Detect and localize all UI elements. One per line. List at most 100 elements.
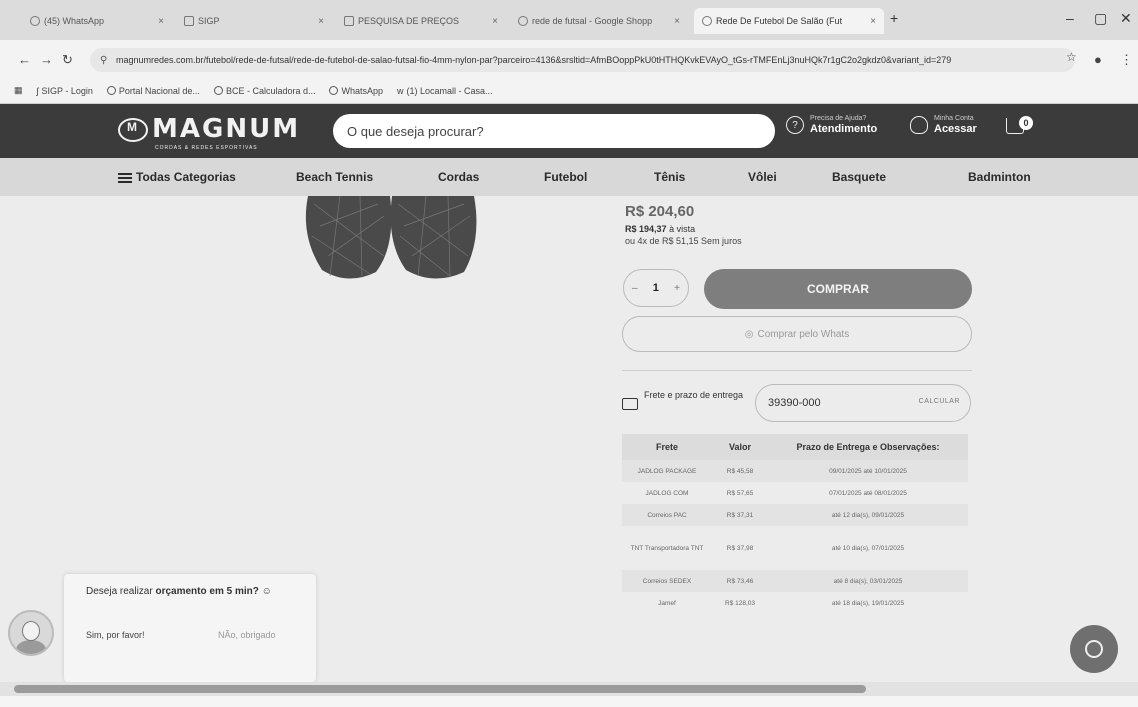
nav-badminton[interactable]: Badminton xyxy=(968,170,1031,184)
sigp-icon: ʃ xyxy=(36,85,39,96)
quantity-stepper[interactable]: – 1 + xyxy=(623,269,689,307)
menu-icon[interactable]: ⋮ xyxy=(1120,52,1133,68)
chat-question-prefix: Deseja realizar xyxy=(86,586,156,597)
whatsapp-icon xyxy=(329,86,339,95)
buy-whatsapp-button[interactable]: ◎ Comprar pelo Whats xyxy=(622,316,972,352)
qty-plus-button[interactable]: + xyxy=(674,283,680,294)
bookmarks-bar: ▦ ʃ SIGP - Login Portal Nacional de... BC… xyxy=(0,78,1138,104)
nav-label: Todas Categorias xyxy=(136,170,236,184)
scrollbar-thumb[interactable] xyxy=(14,685,866,693)
whatsapp-float-button[interactable] xyxy=(1070,625,1118,673)
maximize-button[interactable]: ▢ xyxy=(1094,10,1107,27)
table-row: TNT Transportadora TNT R$ 37,98 até 10 d… xyxy=(622,526,968,570)
tab-sigp[interactable]: SIGP × xyxy=(176,8,332,34)
table-cell: Correios SEDEX xyxy=(622,570,712,592)
globe-icon xyxy=(213,86,223,95)
chat-no-button[interactable]: NÃo, obrigado xyxy=(218,630,276,640)
help-link[interactable]: ? Precisa de Ajuda? Atendimento xyxy=(786,114,877,136)
hamburger-icon xyxy=(118,171,132,185)
nav-cordas[interactable]: Cordas xyxy=(438,170,479,184)
calculate-button[interactable]: CALCULAR xyxy=(919,398,960,405)
product-image[interactable] xyxy=(300,196,510,282)
tab-pesquisa[interactable]: PESQUISA DE PREÇOS × xyxy=(336,8,506,34)
bookmark-whatsapp[interactable]: WhatsApp xyxy=(329,86,383,96)
shipping-table: Frete Valor Prazo de Entrega e Observaçõ… xyxy=(622,434,968,614)
account-small-text: Minha Conta xyxy=(934,115,974,122)
horizontal-scrollbar[interactable] xyxy=(0,682,1138,696)
bookmark-portal[interactable]: Portal Nacional de... xyxy=(106,85,200,96)
close-tab-icon[interactable]: × xyxy=(674,16,680,27)
url-input[interactable]: magnumredes.com.br/futebol/rede-de-futsa… xyxy=(90,48,1075,72)
bookmark-locamall[interactable]: w (1) Locamall - Casa... xyxy=(397,86,493,96)
nav-tenis[interactable]: Tênis xyxy=(654,170,685,184)
help-small-text: Precisa de Ajuda? xyxy=(810,115,867,122)
close-tab-icon[interactable]: × xyxy=(492,16,498,27)
chat-question: Deseja realizar orçamento em 5 min? ☺ xyxy=(86,586,272,597)
close-tab-icon[interactable]: × xyxy=(870,16,876,27)
table-cell: Correios PAC xyxy=(622,504,712,526)
cep-value[interactable]: 39390-000 xyxy=(768,397,821,409)
nav-basquete[interactable]: Basquete xyxy=(832,170,886,184)
browser-tab-bar: (45) WhatsApp × SIGP × PESQUISA DE PREÇO… xyxy=(0,0,1138,40)
nav-all-categories[interactable]: Todas Categorias xyxy=(118,170,236,185)
close-tab-icon[interactable]: × xyxy=(318,16,324,27)
cep-input[interactable]: 39390-000 CALCULAR xyxy=(755,384,971,422)
close-window-button[interactable]: ✕ xyxy=(1120,10,1132,27)
whatsapp-icon: ◎ xyxy=(744,328,754,340)
table-cell: até 12 dia(s), 09/01/2025 xyxy=(768,504,968,526)
bookmark-label: (1) Locamall - Casa... xyxy=(406,85,493,96)
table-cell: 07/01/2025 até 08/01/2025 xyxy=(768,482,968,504)
account-big-text: Acessar xyxy=(934,123,977,135)
forward-button[interactable]: → xyxy=(40,52,53,67)
table-row: JADLOG PACKAGE R$ 45,58 09/01/2025 até 1… xyxy=(622,460,968,482)
bookmark-sigp[interactable]: ʃ SIGP - Login xyxy=(37,86,93,96)
table-cell: até 8 dia(s), 03/01/2025 xyxy=(768,570,968,592)
bookmark-label: BCE - Calculadora d... xyxy=(225,85,316,96)
sigp-icon xyxy=(184,16,194,26)
bookmark-label: Portal Nacional de... xyxy=(118,85,200,96)
qty-minus-button[interactable]: – xyxy=(632,283,638,294)
apps-icon[interactable]: ▦ xyxy=(14,85,23,96)
buy-button[interactable]: COMPRAR xyxy=(704,269,972,309)
back-button[interactable]: ← xyxy=(18,52,31,67)
nav-volei[interactable]: Vôlei xyxy=(748,170,777,184)
reload-button[interactable]: ↻ xyxy=(62,52,73,68)
tab-whatsapp[interactable]: (45) WhatsApp × xyxy=(22,8,172,34)
installments-text: ou 4x de R$ 51,15 Sem juros xyxy=(625,236,742,246)
product-price: R$ 204,60 xyxy=(625,203,695,220)
buy-whatsapp-label: Comprar pelo Whats xyxy=(757,328,850,340)
nav-beach-tennis[interactable]: Beach Tennis xyxy=(296,170,373,184)
profile-icon[interactable]: ● xyxy=(1094,52,1102,67)
cash-price-suffix: à vista xyxy=(669,224,696,234)
help-icon: ? xyxy=(786,116,804,134)
tab-google-shopping[interactable]: rede de futsal - Google Shopp × xyxy=(510,8,688,34)
shipping-label: Frete e prazo de entrega xyxy=(644,390,744,400)
cash-price: R$ 194,37 à vista xyxy=(625,224,695,234)
cart-button[interactable]: 0 xyxy=(1006,116,1034,138)
nav-futebol[interactable]: Futebol xyxy=(544,170,587,184)
new-tab-button[interactable]: + xyxy=(890,10,898,26)
close-tab-icon[interactable]: × xyxy=(158,16,164,27)
bookmark-star-icon[interactable]: ☆ xyxy=(1066,50,1077,64)
tab-rede-futebol[interactable]: Rede De Futebol De Salão (Fut × xyxy=(694,8,884,34)
cash-price-value: R$ 194,37 xyxy=(625,224,667,234)
table-cell: R$ 37,98 xyxy=(712,526,768,570)
table-row: Correios PAC R$ 37,31 até 12 dia(s), 09/… xyxy=(622,504,968,526)
avatar-body xyxy=(16,640,46,654)
truck-icon xyxy=(622,398,638,410)
sigp-icon xyxy=(344,16,354,26)
column-header: Valor xyxy=(712,434,768,460)
chat-avatar[interactable] xyxy=(8,610,54,656)
qty-value[interactable]: 1 xyxy=(653,282,659,294)
chat-yes-button[interactable]: Sim, por favor! xyxy=(86,630,145,640)
bookmark-bce[interactable]: BCE - Calculadora d... xyxy=(213,85,316,96)
bookmark-icon: w xyxy=(397,85,404,96)
search-input[interactable]: O que deseja procurar? xyxy=(333,114,775,148)
account-link[interactable]: Minha Conta Acessar xyxy=(910,114,977,136)
chat-widget: Deseja realizar orçamento em 5 min? ☺ Si… xyxy=(64,574,316,682)
minimize-button[interactable]: – xyxy=(1066,10,1074,26)
table-cell: R$ 73,46 xyxy=(712,570,768,592)
bookmark-label: WhatsApp xyxy=(341,85,384,96)
table-row: Correios SEDEX R$ 73,46 até 8 dia(s), 03… xyxy=(622,570,968,592)
site-info-icon[interactable]: ⚲ xyxy=(100,55,107,66)
